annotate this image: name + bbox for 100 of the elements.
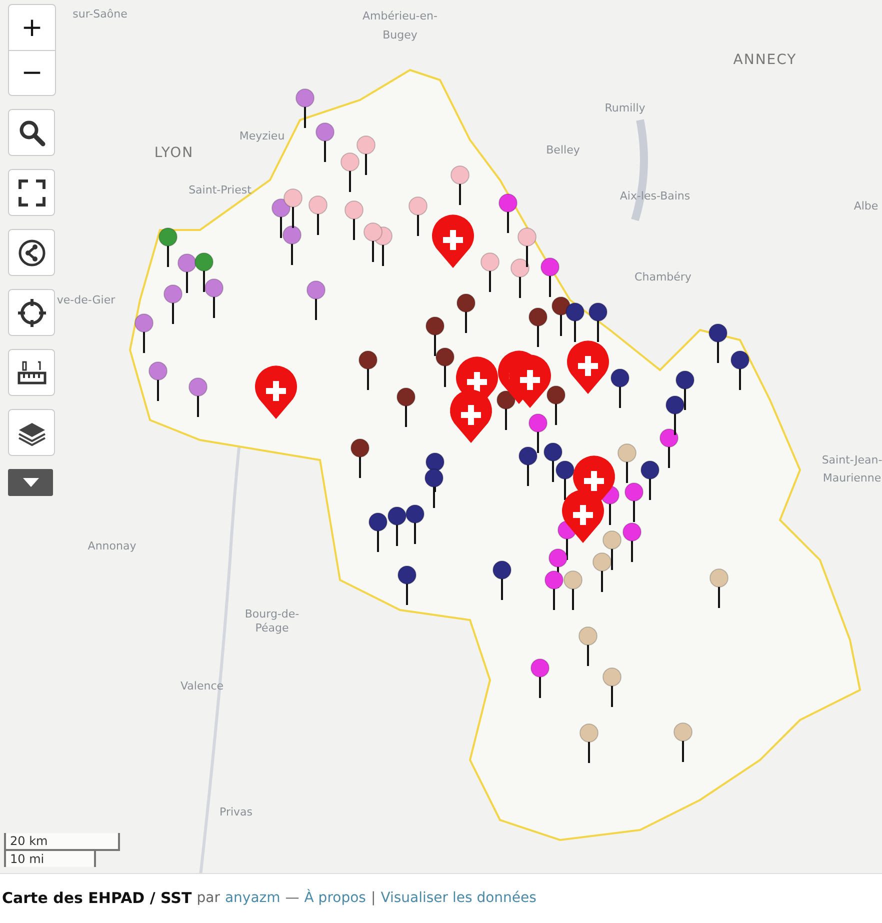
map-pin[interactable] [676,370,694,410]
separator: | [370,890,376,906]
map-pin[interactable] [602,668,622,707]
map-pin[interactable] [660,428,678,468]
map-pin[interactable] [282,226,302,265]
map-pin[interactable] [624,482,644,522]
zoom-in-button[interactable]: + [9,5,55,50]
map-pin[interactable] [188,378,208,417]
medical-marker[interactable] [562,490,604,543]
map-pin[interactable] [204,278,224,318]
fullscreen-button[interactable] [8,169,55,216]
map-pin[interactable] [408,196,428,236]
map-pin[interactable] [566,302,584,342]
map-pin[interactable] [406,504,424,544]
layers-button[interactable] [8,409,55,456]
map-pin[interactable] [622,522,642,562]
map-pin[interactable] [666,396,684,435]
map-pin[interactable] [544,570,564,610]
map-pin[interactable] [364,222,382,262]
map-pin[interactable] [396,388,416,427]
map-pin[interactable] [306,280,326,320]
map-pin[interactable] [426,316,444,356]
map-pin[interactable] [398,566,416,605]
map-pin[interactable] [158,228,178,267]
map-pin[interactable] [592,552,612,592]
map-pin[interactable] [344,200,364,240]
map-pin[interactable] [316,122,334,162]
map-pin[interactable] [450,166,470,205]
zoom-out-button[interactable]: − [9,50,55,95]
place-label: Saint-Jean- [822,454,882,466]
map-pin[interactable] [496,390,516,430]
map-pin[interactable] [528,414,548,453]
medical-marker[interactable] [567,340,609,394]
map-pin[interactable] [148,362,168,401]
map-pin[interactable] [134,314,154,353]
map-pin[interactable] [284,188,302,228]
search-icon [18,118,46,146]
map-pin[interactable] [358,350,378,390]
measure-button[interactable] [8,349,55,396]
place-label: Meyzieu [239,130,285,142]
map-pin[interactable] [308,196,328,235]
map-pin[interactable] [530,658,550,698]
map-pin[interactable] [510,258,530,298]
place-label: Valence [180,680,224,692]
map-pin[interactable] [426,452,444,492]
map-pin[interactable] [578,626,598,666]
map-pin[interactable] [602,530,622,570]
separator: — [285,890,300,906]
map-pin[interactable] [424,468,444,508]
map-pin[interactable] [356,136,376,175]
map-pin[interactable] [546,386,566,425]
share-icon [18,238,46,266]
map-pin[interactable] [178,254,196,293]
map-pin[interactable] [194,252,214,292]
map-pin[interactable] [368,512,388,552]
medical-marker[interactable] [450,390,492,443]
place-label: LYON [154,145,194,161]
map-pin[interactable] [492,560,512,600]
map-pin[interactable] [480,252,500,292]
map-pin[interactable] [518,228,536,267]
map-pin[interactable] [580,724,598,763]
about-link[interactable]: À propos [304,890,366,906]
map-pin[interactable] [340,152,360,192]
medical-marker[interactable] [255,366,297,419]
medical-marker[interactable] [432,214,474,268]
map-pin[interactable] [730,350,750,390]
map-pin[interactable] [564,570,582,610]
map-pin[interactable] [618,444,636,483]
map-pin[interactable] [498,194,518,233]
map-pin[interactable] [674,722,692,762]
by-label: par [196,890,220,906]
place-label: Bourg-de- [244,608,300,620]
locate-button[interactable] [8,289,55,336]
map-pin[interactable] [610,368,630,408]
place-label: Belley [546,144,580,156]
map-pin[interactable] [552,296,570,336]
share-button[interactable] [8,229,55,276]
map-pin[interactable] [518,446,538,486]
search-button[interactable] [8,109,55,156]
map-pin[interactable] [540,258,560,297]
author-link[interactable]: anyazm [224,890,280,906]
map-pin[interactable] [588,302,608,342]
map-pin[interactable] [350,438,370,478]
map-pin[interactable] [708,324,728,363]
map[interactable]: sur-Saône Ambérieu-en- Bugey ANNECY Rumilly Meyzieu LYON Belley Saint-Priest Aix-les-Bains Albe Chambéry ve-de-Gier Saint-Jean- Maurienne Annonay Bourg-de- Péage Valence Privas + − 20 km 10 mi [0,0,882,874]
map-pin[interactable] [388,506,406,546]
map-pin[interactable] [528,308,548,347]
map-pin[interactable] [436,348,454,387]
map-pin[interactable] [556,460,574,500]
map-pin[interactable] [164,284,182,324]
map-pin[interactable] [296,88,314,128]
map-pin[interactable] [272,198,290,238]
more-controls-button[interactable] [8,469,53,496]
data-link[interactable]: Visualiser les données [380,890,536,906]
map-pin[interactable] [544,442,562,482]
medical-marker[interactable] [509,354,551,408]
map-pin[interactable] [456,294,476,333]
map-pin[interactable] [640,460,660,500]
map-pin[interactable] [710,568,728,608]
place-label: Ambérieu-en- [362,10,438,22]
